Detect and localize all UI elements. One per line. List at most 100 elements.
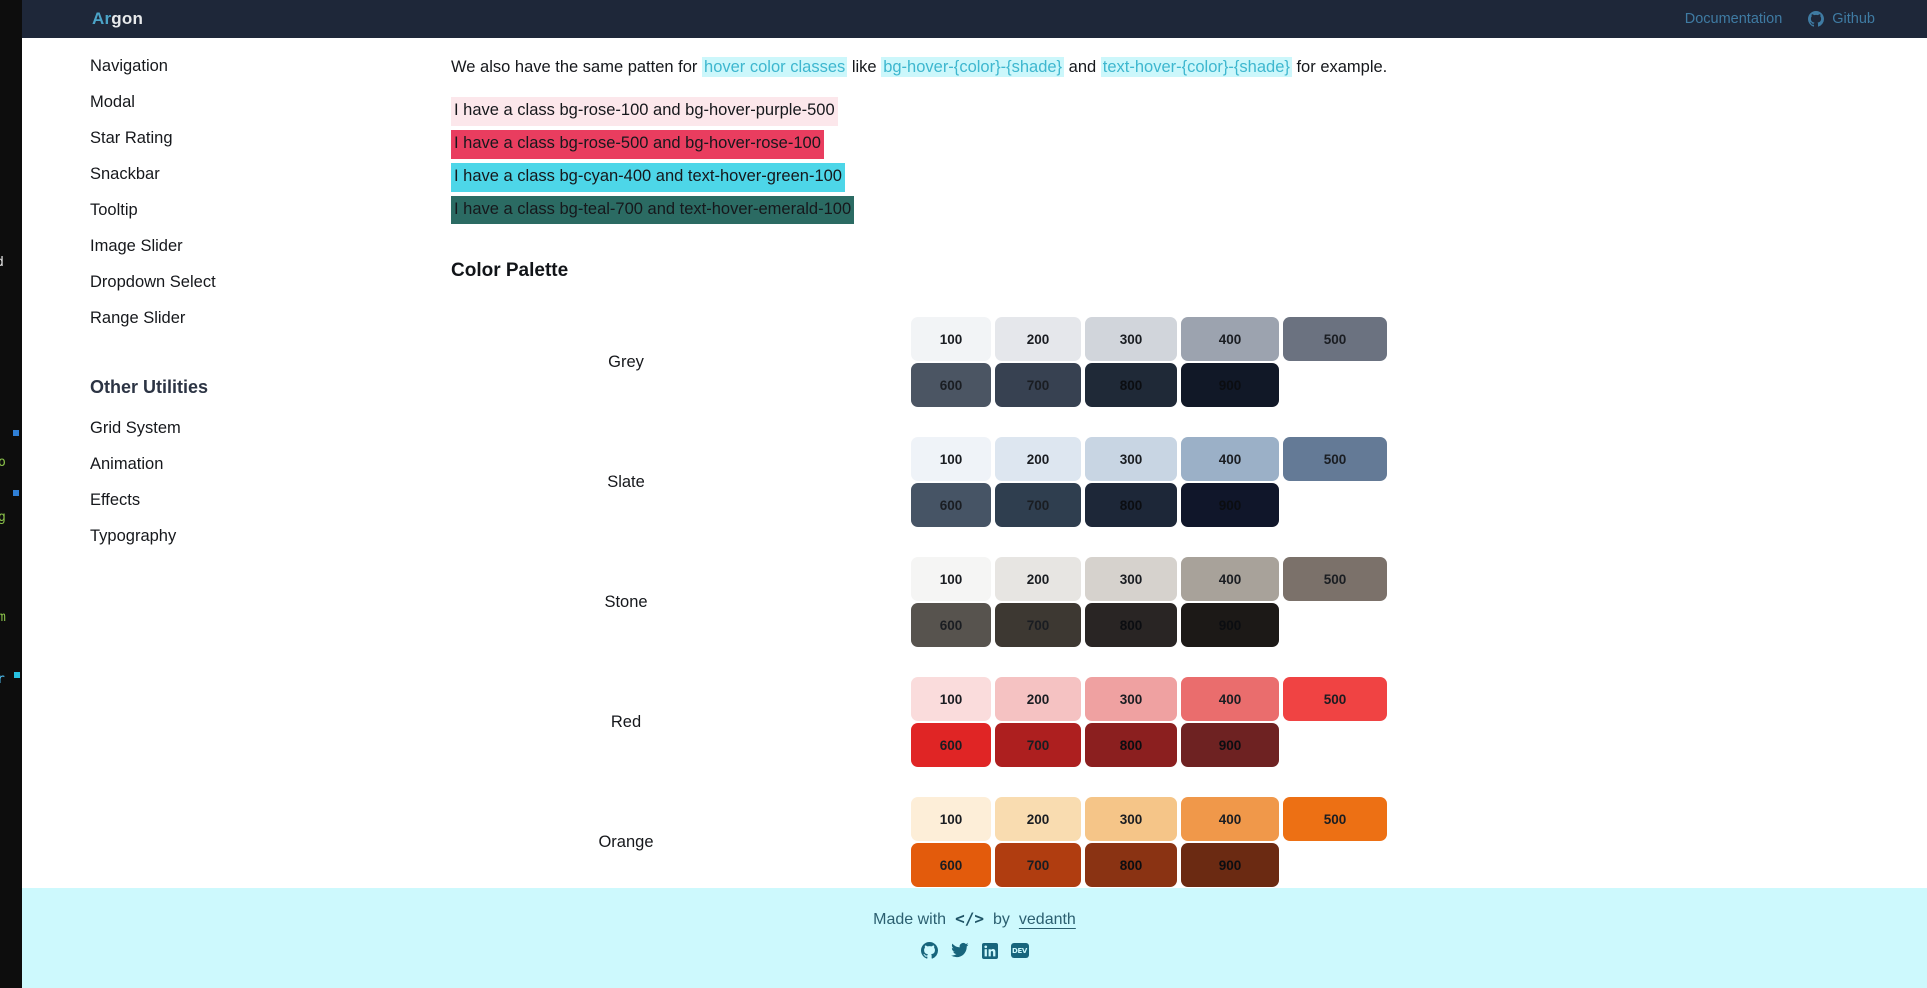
- footer-credit: Made with </> by vedanth: [873, 909, 1076, 929]
- color-swatch[interactable]: 600: [911, 483, 991, 528]
- top-nav-links: Documentation Github: [1685, 11, 1875, 27]
- palette-swatch-group: 100 200 300 400 500 600 700 800 900: [801, 437, 1927, 528]
- hover-demo-line[interactable]: I have a class bg-cyan-400 and text-hove…: [451, 162, 845, 192]
- nav-documentation-label: Documentation: [1684, 11, 1783, 27]
- palette-swatch-line: 600 700 800 900: [911, 363, 1927, 408]
- hover-demo-line[interactable]: I have a class bg-rose-500 and bg-hover-…: [451, 129, 824, 159]
- color-swatch[interactable]: 900: [1181, 723, 1279, 768]
- color-swatch[interactable]: 400: [1181, 677, 1279, 722]
- color-swatch[interactable]: 100: [911, 677, 991, 722]
- color-swatch[interactable]: 700: [995, 603, 1081, 648]
- sidebar-item-image-slider[interactable]: Image Slider: [22, 228, 422, 264]
- color-swatch[interactable]: 800: [1085, 363, 1177, 408]
- color-swatch[interactable]: 500: [1283, 317, 1387, 362]
- palette-swatch-line: 600 700 800 900: [911, 483, 1927, 528]
- color-swatch[interactable]: 800: [1085, 843, 1177, 888]
- sliver-token: m: [0, 610, 6, 625]
- nav-github-label: Github: [1832, 11, 1875, 27]
- color-swatch[interactable]: 200: [995, 437, 1081, 482]
- palette-swatch-group: 100 200 300 400 500 600 700 800 900: [801, 677, 1927, 768]
- color-swatch[interactable]: 100: [911, 797, 991, 842]
- color-swatch[interactable]: 300: [1085, 437, 1177, 482]
- color-swatch[interactable]: 100: [911, 437, 991, 482]
- code-icon: </>: [955, 909, 984, 928]
- twitter-icon[interactable]: [950, 942, 969, 959]
- nav-link-documentation[interactable]: Documentation: [1685, 11, 1783, 27]
- sidebar-item-navigation[interactable]: Navigation: [22, 48, 422, 84]
- color-swatch[interactable]: 300: [1085, 797, 1177, 842]
- color-swatch[interactable]: 800: [1085, 603, 1177, 648]
- color-swatch[interactable]: 700: [995, 723, 1081, 768]
- author-link[interactable]: vedanth: [1019, 911, 1076, 929]
- sidebar-item-tooltip[interactable]: Tooltip: [22, 192, 422, 228]
- color-swatch[interactable]: 200: [995, 317, 1081, 362]
- top-navigation-bar: Argon Documentation Github: [22, 0, 1927, 38]
- color-swatch[interactable]: 900: [1181, 843, 1279, 888]
- sidebar-item-star-rating[interactable]: Star Rating: [22, 120, 422, 156]
- sidebar-item-snackbar[interactable]: Snackbar: [22, 156, 422, 192]
- color-swatch[interactable]: 800: [1085, 723, 1177, 768]
- color-swatch[interactable]: 300: [1085, 317, 1177, 362]
- color-swatch[interactable]: 300: [1085, 677, 1177, 722]
- brand-logo[interactable]: Argon: [92, 9, 143, 29]
- nav-link-github[interactable]: Github: [1808, 11, 1875, 27]
- palette-swatch-group: 100 200 300 400 500 600 700 800 900: [801, 317, 1927, 408]
- hover-demo-row: I have a class bg-cyan-400 and text-hove…: [451, 162, 1927, 192]
- sidebar-item-dropdown-select[interactable]: Dropdown Select: [22, 264, 422, 300]
- color-swatch[interactable]: 300: [1085, 557, 1177, 602]
- page-footer: Made with </> by vedanth DEV: [22, 888, 1927, 988]
- footer-made-with-label: Made with: [873, 911, 947, 928]
- color-swatch[interactable]: 900: [1181, 483, 1279, 528]
- color-swatch[interactable]: 200: [995, 677, 1081, 722]
- palette-row: Orange 100 200 300 400 500 600 700 800 900: [451, 788, 1927, 896]
- palette-swatch-line: 100200300400500: [911, 557, 1927, 602]
- color-swatch[interactable]: 700: [995, 363, 1081, 408]
- color-swatch[interactable]: 200: [995, 557, 1081, 602]
- dev-icon[interactable]: DEV: [1010, 943, 1029, 958]
- sliver-token: d: [0, 255, 4, 270]
- color-swatch[interactable]: 700: [995, 843, 1081, 888]
- sidebar-item-typography[interactable]: Typography: [22, 518, 422, 554]
- color-swatch[interactable]: 500: [1283, 677, 1387, 722]
- browser-window: Argon Documentation Github Navigation Mo…: [22, 0, 1927, 988]
- color-swatch[interactable]: 400: [1181, 317, 1279, 362]
- color-swatch[interactable]: 900: [1181, 603, 1279, 648]
- sidebar-item-effects[interactable]: Effects: [22, 482, 422, 518]
- color-swatch[interactable]: 400: [1181, 797, 1279, 842]
- color-swatch[interactable]: 200: [995, 797, 1081, 842]
- sidebar-item-modal[interactable]: Modal: [22, 84, 422, 120]
- linkedin-icon[interactable]: [981, 942, 998, 959]
- hover-demo-list: I have a class bg-rose-100 and bg-hover-…: [451, 96, 1927, 225]
- footer-social-links: DEV: [920, 942, 1029, 959]
- color-swatch[interactable]: 500: [1283, 437, 1387, 482]
- sidebar-item-grid-system[interactable]: Grid System: [22, 410, 422, 446]
- color-swatch[interactable]: 600: [911, 843, 991, 888]
- color-swatch[interactable]: 500: [1283, 797, 1387, 842]
- sidebar-item-range-slider[interactable]: Range Slider: [22, 300, 422, 336]
- text-hover-class-code: text-hover-{color}-{shade}: [1100, 57, 1292, 77]
- footer-by-label: by: [992, 911, 1010, 928]
- color-swatch[interactable]: 400: [1181, 557, 1279, 602]
- sidebar-navigation: Navigation Modal Star Rating Snackbar To…: [22, 38, 422, 888]
- hover-demo-row: I have a class bg-teal-700 and text-hove…: [451, 195, 1927, 225]
- github-icon[interactable]: [920, 942, 938, 959]
- hover-color-classes-link[interactable]: hover color classes: [702, 57, 848, 77]
- hover-demo-line[interactable]: I have a class bg-rose-100 and bg-hover-…: [451, 96, 838, 126]
- color-swatch[interactable]: 100: [911, 317, 991, 362]
- color-swatch[interactable]: 400: [1181, 437, 1279, 482]
- palette-color-name: Red: [610, 712, 642, 731]
- color-swatch[interactable]: 600: [911, 603, 991, 648]
- hover-demo-row: I have a class bg-rose-500 and bg-hover-…: [451, 129, 1927, 159]
- palette-swatch-line: 600 700 800 900: [911, 723, 1927, 768]
- color-swatch[interactable]: 700: [995, 483, 1081, 528]
- sliver-marker: [13, 490, 19, 496]
- color-swatch[interactable]: 900: [1181, 363, 1279, 408]
- hover-demo-line[interactable]: I have a class bg-teal-700 and text-hove…: [451, 195, 855, 225]
- sidebar-item-animation[interactable]: Animation: [22, 446, 422, 482]
- color-swatch[interactable]: 500: [1283, 557, 1387, 602]
- color-swatch[interactable]: 600: [911, 363, 991, 408]
- background-editor-sliver: d o g m r: [0, 0, 22, 988]
- color-swatch[interactable]: 600: [911, 723, 991, 768]
- color-swatch[interactable]: 800: [1085, 483, 1177, 528]
- color-swatch[interactable]: 100: [911, 557, 991, 602]
